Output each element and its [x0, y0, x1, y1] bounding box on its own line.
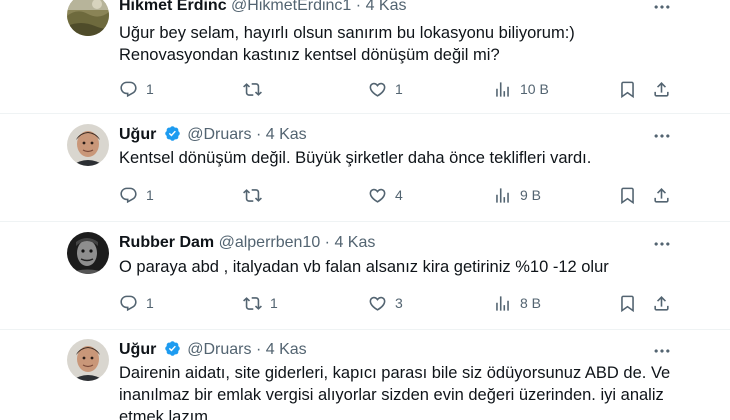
views-count: 9 B: [520, 187, 542, 203]
bookmark-button[interactable]: [618, 293, 637, 313]
reply-button[interactable]: 1: [119, 293, 154, 313]
retweet-button[interactable]: [243, 185, 262, 205]
avatar[interactable]: [67, 124, 109, 166]
bookmark-icon: [618, 294, 637, 313]
bookmark-icon: [618, 186, 637, 205]
share-icon: [652, 80, 671, 99]
like-icon: [368, 294, 387, 313]
more-icon[interactable]: [652, 234, 672, 254]
reply-count: 1: [146, 295, 154, 311]
retweet-icon: [243, 294, 262, 313]
user-handle[interactable]: @Druars: [187, 341, 251, 358]
display-name[interactable]: Uğur: [119, 341, 156, 358]
display-name[interactable]: Rubber Dam: [119, 234, 214, 251]
reply-count: 1: [146, 81, 154, 97]
display-name[interactable]: Hikmet Erdinc: [119, 0, 227, 14]
tweet[interactable]: Rubber Dam @alperrben10 · 4 Kas O paraya…: [0, 222, 730, 329]
tweet-actions: 1 4 9 B: [119, 185, 679, 205]
tweet-text: O paraya abd , italyadan vb falan alsanı…: [119, 256, 679, 278]
timestamp[interactable]: 4 Kas: [266, 341, 307, 358]
tweet-text: Kentsel dönüşüm değil. Büyük şirketler d…: [119, 147, 679, 169]
timestamp[interactable]: 4 Kas: [334, 234, 375, 251]
reply-icon: [119, 186, 138, 205]
views-button[interactable]: 8 B: [493, 293, 541, 313]
retweet-button[interactable]: 1: [243, 293, 278, 313]
user-handle[interactable]: @alperrben10: [219, 234, 321, 251]
user-handle[interactable]: @Druars: [187, 126, 251, 143]
share-icon: [652, 294, 671, 313]
separator-dot: ·: [255, 126, 262, 143]
like-count: 4: [395, 187, 403, 203]
verified-badge-icon: [164, 125, 181, 142]
like-icon: [368, 80, 387, 99]
views-count: 8 B: [520, 295, 542, 311]
bookmark-button[interactable]: [618, 79, 637, 99]
views-icon: [493, 80, 512, 99]
avatar[interactable]: [67, 232, 109, 274]
separator-dot: ·: [255, 341, 262, 358]
reply-button[interactable]: 1: [119, 185, 154, 205]
more-icon[interactable]: [652, 341, 672, 361]
tweet-text-line: etmek lazım.: [119, 408, 213, 420]
user-handle[interactable]: @HikmetErdinc1: [231, 0, 351, 14]
timestamp[interactable]: 4 Kas: [266, 126, 307, 143]
bookmark-button[interactable]: [618, 185, 637, 205]
share-button[interactable]: [652, 185, 671, 205]
tweet[interactable]: Hikmet Erdinc @HikmetErdinc1 · 4 Kas Uğu…: [0, 0, 730, 114]
separator-dot: ·: [355, 0, 362, 14]
like-button[interactable]: 4: [368, 185, 403, 205]
display-name[interactable]: Uğur: [119, 126, 156, 143]
verified-badge-icon: [164, 340, 181, 357]
retweet-button[interactable]: [243, 79, 262, 99]
like-icon: [368, 186, 387, 205]
retweet-icon: [243, 186, 262, 205]
like-count: 1: [395, 81, 403, 97]
views-count: 10 B: [520, 81, 549, 97]
like-count: 3: [395, 295, 403, 311]
avatar[interactable]: [67, 0, 109, 36]
share-button[interactable]: [652, 79, 671, 99]
share-button[interactable]: [652, 293, 671, 313]
tweet-actions: 1 1 10 B: [119, 79, 679, 99]
reply-icon: [119, 294, 138, 313]
retweet-icon: [243, 80, 262, 99]
reply-count: 1: [146, 187, 154, 203]
more-icon[interactable]: [652, 126, 672, 146]
views-icon: [493, 294, 512, 313]
tweet-text-line: O paraya abd , italyadan vb falan alsanı…: [119, 258, 609, 276]
like-button[interactable]: 1: [368, 79, 403, 99]
tweet-text-line: Renovasyondan kastınız kentsel dönüşüm d…: [119, 46, 500, 64]
share-icon: [652, 186, 671, 205]
tweet-text-line: Kentsel dönüşüm değil. Büyük şirketler d…: [119, 149, 592, 167]
tweet-text-line: Dairenin aidatı, site giderleri, kapıcı …: [119, 364, 671, 382]
timestamp[interactable]: 4 Kas: [366, 0, 407, 14]
like-button[interactable]: 3: [368, 293, 403, 313]
tweet[interactable]: Uğur @Druars · 4 Kas Dairenin aidatı, si…: [0, 330, 730, 420]
separator-dot: ·: [324, 234, 330, 251]
reply-button[interactable]: 1: [119, 79, 154, 99]
tweet-text: Uğur bey selam, hayırlı olsun sanırım bu…: [119, 22, 679, 66]
views-button[interactable]: 10 B: [493, 79, 549, 99]
more-icon[interactable]: [652, 0, 672, 17]
views-button[interactable]: 9 B: [493, 185, 541, 205]
reply-icon: [119, 80, 138, 99]
avatar[interactable]: [67, 339, 109, 381]
tweet-actions: 1 1 3 8 B: [119, 293, 679, 313]
bookmark-icon: [618, 80, 637, 99]
tweet-text: Dairenin aidatı, site giderleri, kapıcı …: [119, 362, 679, 420]
retweet-count: 1: [270, 295, 278, 311]
tweet-text-line: inanılmaz bir emlak vergisi alıyorlar si…: [119, 386, 664, 404]
views-icon: [493, 186, 512, 205]
tweet-text-line: Uğur bey selam, hayırlı olsun sanırım bu…: [119, 24, 575, 42]
tweet[interactable]: Uğur @Druars · 4 Kas Kentsel dönüşüm değ…: [0, 114, 730, 221]
